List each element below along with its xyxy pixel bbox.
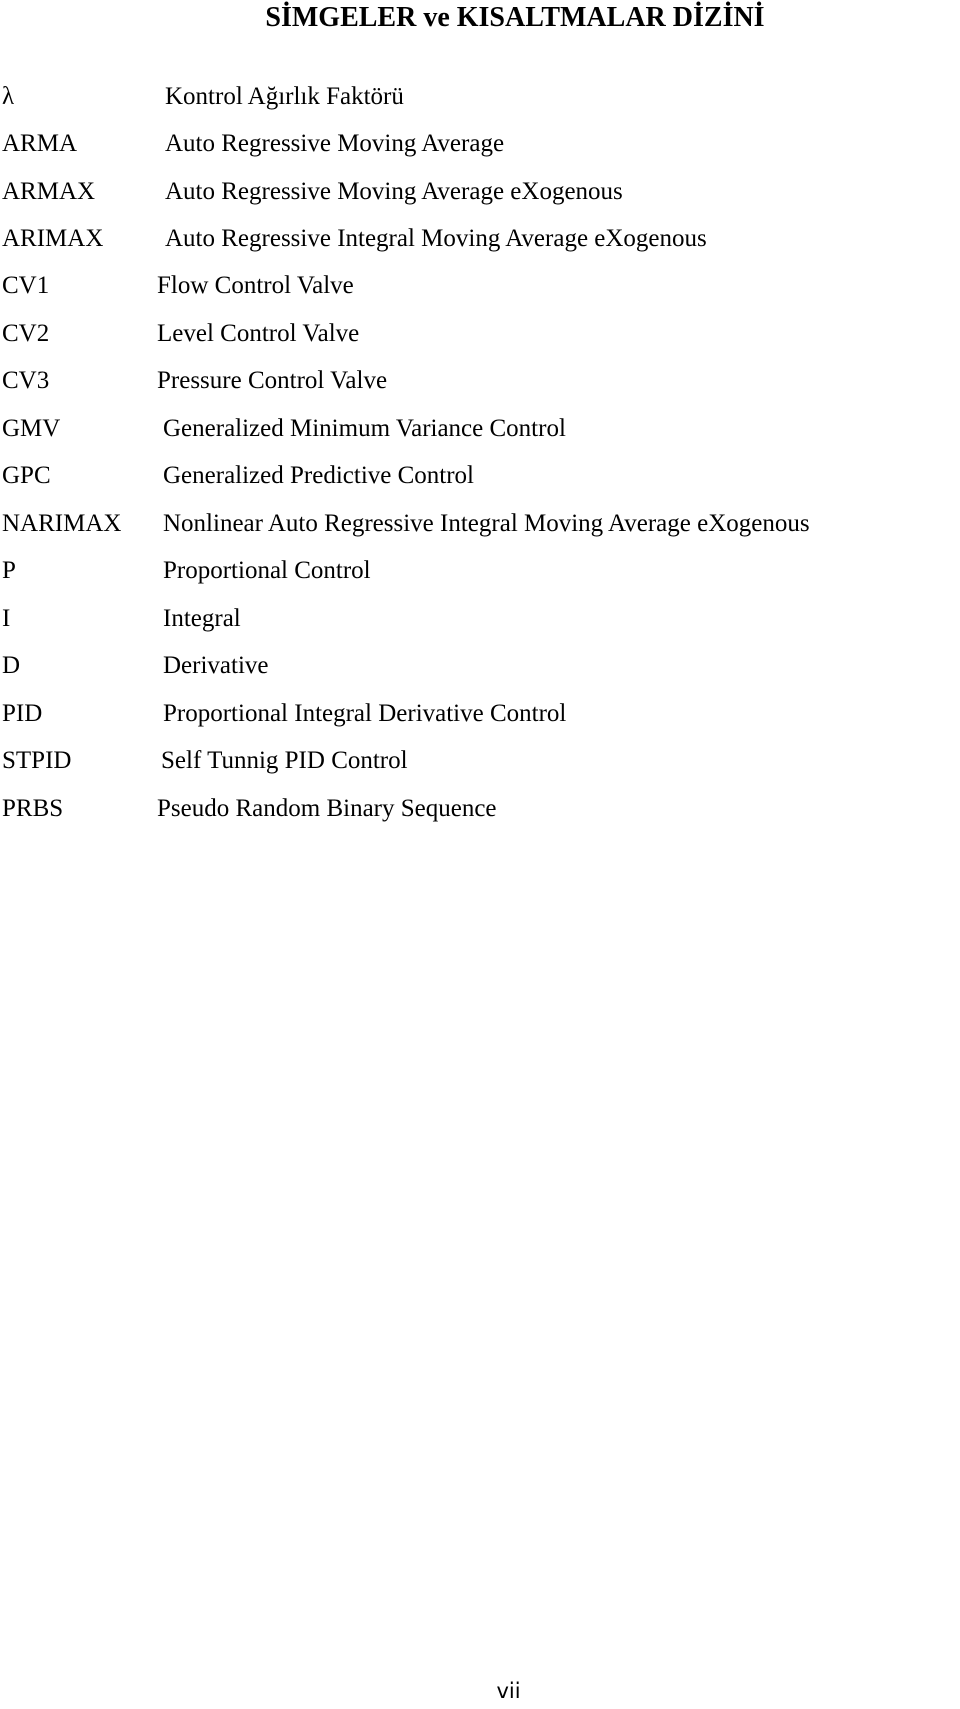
list-item: PID Proportional Integral Derivative Con… — [0, 694, 960, 734]
list-item: I Integral — [0, 599, 960, 639]
abbreviation: GMV — [2, 415, 61, 442]
list-item: P Proportional Control — [0, 551, 960, 591]
definition: Auto Regressive Moving Average eXogenous — [165, 178, 623, 205]
abbreviation: CV2 — [2, 320, 50, 347]
list-item: STPID Self Tunnig PID Control — [0, 741, 960, 781]
page-number: vii — [496, 1679, 521, 1703]
definition: Auto Regressive Integral Moving Average … — [165, 225, 707, 252]
abbreviation: NARIMAX — [2, 510, 122, 537]
abbreviation: PRBS — [2, 795, 64, 822]
definition: Integral — [163, 605, 241, 632]
page-title: SİMGELER ve KISALTMALAR DİZİNİ — [265, 2, 765, 33]
abbreviation: I — [2, 605, 11, 632]
definition: Pseudo Random Binary Sequence — [157, 795, 497, 822]
definition: Self Tunnig PID Control — [161, 747, 408, 774]
definition: Level Control Valve — [157, 320, 360, 347]
abbreviation: ARMAX — [2, 178, 96, 205]
abbreviation: GPC — [2, 462, 51, 489]
list-item: λ Kontrol Ağırlık Faktörü — [0, 77, 960, 117]
abbreviation: STPID — [2, 747, 72, 774]
list-item: NARIMAX Nonlinear Auto Regressive Integr… — [0, 504, 960, 544]
list-item: CV3 Pressure Control Valve — [0, 361, 960, 401]
list-item: ARIMAX Auto Regressive Integral Moving A… — [0, 219, 960, 259]
definition: Kontrol Ağırlık Faktörü — [165, 83, 404, 110]
list-item: PRBS Pseudo Random Binary Sequence — [0, 789, 960, 829]
abbreviation: ARMA — [2, 130, 78, 157]
list-item: GPC Generalized Predictive Control — [0, 456, 960, 496]
definition: Derivative — [163, 652, 269, 679]
definition: Proportional Control — [163, 557, 371, 584]
abbreviation: CV1 — [2, 272, 50, 299]
list-item: D Derivative — [0, 646, 960, 686]
definition: Flow Control Valve — [157, 272, 354, 299]
list-item: ARMA Auto Regressive Moving Average — [0, 124, 960, 164]
list-item: ARMAX Auto Regressive Moving Average eXo… — [0, 172, 960, 212]
definition: Generalized Predictive Control — [163, 462, 474, 489]
definition: Auto Regressive Moving Average — [165, 130, 505, 157]
abbreviation: λ — [2, 83, 15, 110]
abbreviation: ARIMAX — [2, 225, 104, 252]
abbreviation: P — [2, 557, 16, 584]
definition: Proportional Integral Derivative Control — [163, 700, 567, 727]
abbreviation: CV3 — [2, 367, 50, 394]
definition: Pressure Control Valve — [157, 367, 388, 394]
list-item: GMV Generalized Minimum Variance Control — [0, 409, 960, 449]
abbreviation: D — [2, 652, 21, 679]
abbreviation: PID — [2, 700, 43, 727]
list-item: CV1 Flow Control Valve — [0, 266, 960, 306]
definition: Generalized Minimum Variance Control — [163, 415, 566, 442]
list-item: CV2 Level Control Valve — [0, 314, 960, 354]
definition: Nonlinear Auto Regressive Integral Movin… — [163, 510, 810, 537]
